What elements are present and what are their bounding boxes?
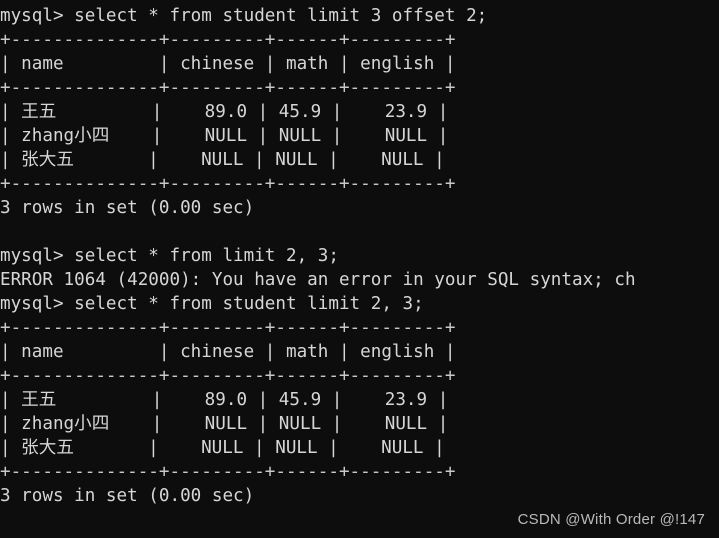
terminal-line-rule-3: +--------------+---------+------+-------… xyxy=(0,174,456,194)
terminal-line-blank-1 xyxy=(0,220,719,244)
terminal-line-rule-2: +--------------+---------+------+-------… xyxy=(0,78,456,98)
terminal-line-rule-5: +--------------+---------+------+-------… xyxy=(0,366,456,386)
terminal-line-row-1: | 王五 | 89.0 | 45.9 | 23.9 | xyxy=(0,102,449,122)
terminal-line-row-4: | 王五 | 89.0 | 45.9 | 23.9 | xyxy=(0,390,449,410)
terminal-line-row-3: | 张大五 | NULL | NULL | NULL | xyxy=(0,150,445,170)
mysql-terminal-window[interactable]: mysql> select * from student limit 3 off… xyxy=(0,0,719,538)
terminal-line-error-1: ERROR 1064 (42000): You have an error in… xyxy=(0,270,636,290)
terminal-line-command-1: mysql> select * from student limit 3 off… xyxy=(0,6,488,26)
terminal-line-rule-4: +--------------+---------+------+-------… xyxy=(0,318,456,338)
terminal-line-header-2: | name | chinese | math | english | xyxy=(0,342,456,362)
csdn-watermark: CSDN @With Order @!147 xyxy=(517,511,705,528)
terminal-line-status-1: 3 rows in set (0.00 sec) xyxy=(0,198,255,218)
terminal-line-row-2: | zhang小四 | NULL | NULL | NULL | xyxy=(0,126,449,146)
terminal-line-row-6: | 张大五 | NULL | NULL | NULL | xyxy=(0,438,445,458)
terminal-line-rule-6: +--------------+---------+------+-------… xyxy=(0,462,456,482)
terminal-line-header-1: | name | chinese | math | english | xyxy=(0,54,456,74)
terminal-line-status-2: 3 rows in set (0.00 sec) xyxy=(0,486,255,506)
terminal-line-rule-1: +--------------+---------+------+-------… xyxy=(0,30,456,50)
terminal-output-area[interactable]: mysql> select * from student limit 3 off… xyxy=(0,4,719,508)
terminal-line-command-3: mysql> select * from student limit 2, 3; xyxy=(0,294,424,314)
terminal-line-row-5: | zhang小四 | NULL | NULL | NULL | xyxy=(0,414,449,434)
terminal-line-command-2: mysql> select * from limit 2, 3; xyxy=(0,246,339,266)
